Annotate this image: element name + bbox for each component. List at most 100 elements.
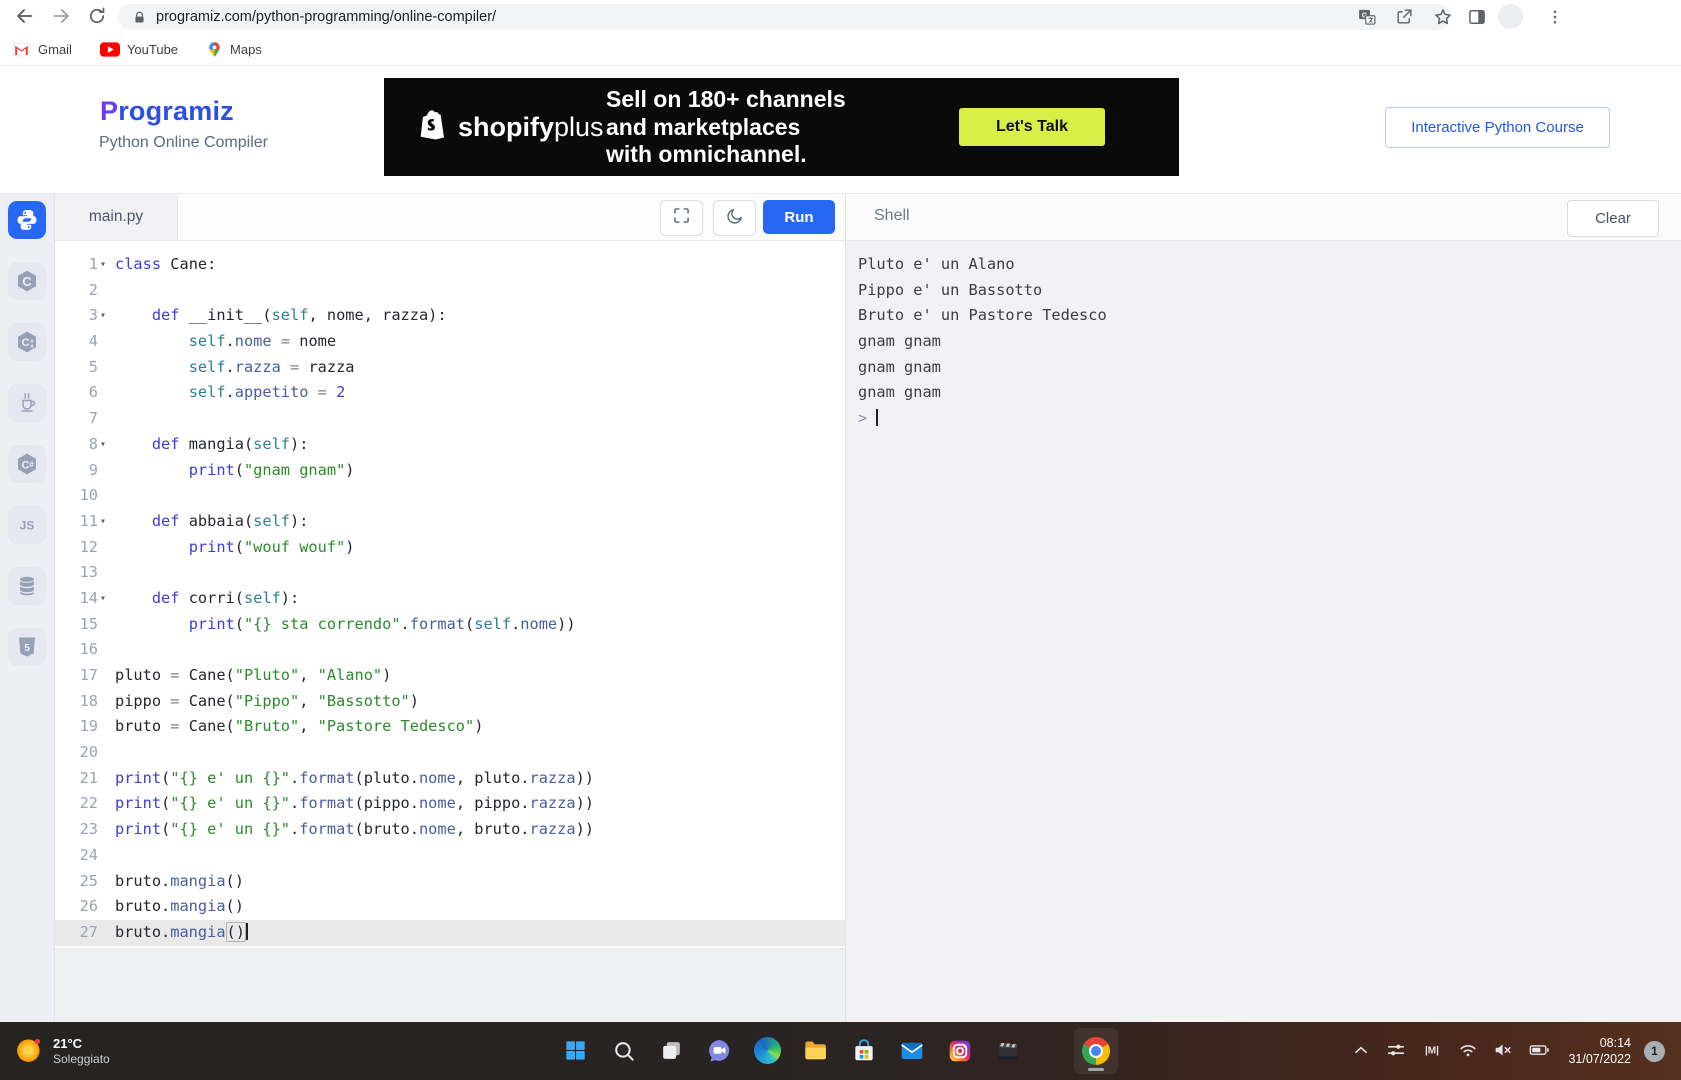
tray-wifi[interactable] <box>1457 1039 1479 1061</box>
taskbar-start[interactable] <box>562 1037 589 1064</box>
code-line[interactable]: 13 <box>55 560 845 586</box>
programiz-logo[interactable]: Programiz <box>100 96 234 127</box>
bookmark-maps[interactable]: Maps <box>206 40 262 59</box>
maps-icon <box>206 40 223 59</box>
back-icon[interactable] <box>14 5 36 27</box>
code-line[interactable]: 8▾ def mangia(self): <box>55 432 845 458</box>
code-line[interactable]: 15 print("{} sta correndo".format(self.n… <box>55 612 845 638</box>
code-line[interactable]: 24 <box>55 843 845 869</box>
ad-banner[interactable]: shopifyplus Sell on 180+ channels and ma… <box>384 78 1179 176</box>
sidebar-item-python[interactable] <box>8 201 46 239</box>
tray-volume-muted[interactable] <box>1492 1039 1514 1061</box>
fold-arrow-icon[interactable]: ▾ <box>98 509 115 535</box>
bookmark-youtube[interactable]: YouTube <box>100 42 178 57</box>
notification-badge[interactable]: 1 <box>1644 1041 1665 1062</box>
ad-cta-button[interactable]: Let's Talk <box>959 108 1105 146</box>
sidebar-item-html[interactable]: 5 <box>8 628 46 666</box>
shell-prompt[interactable]: > <box>858 406 1681 432</box>
run-button[interactable]: Run <box>763 200 835 234</box>
code-line[interactable]: 26bruto.mangia() <box>55 894 845 920</box>
tray-mixer[interactable] <box>1385 1039 1407 1061</box>
sidebar-item-java[interactable] <box>8 384 46 422</box>
code-line[interactable]: 25bruto.mangia() <box>55 869 845 895</box>
taskbar-task-view[interactable] <box>658 1037 685 1064</box>
profile-avatar[interactable] <box>1498 4 1523 29</box>
code-line[interactable]: 18pippo = Cane("Pippo", "Bassotto") <box>55 689 845 715</box>
weather-desc: Soleggiato <box>53 1052 110 1067</box>
side-panel-icon[interactable] <box>1466 6 1487 27</box>
fold-spacer <box>98 869 115 895</box>
fold-arrow-icon[interactable]: ▾ <box>98 432 115 458</box>
shell-line: Pluto e' un Alano <box>858 252 1681 278</box>
code-line[interactable]: 12 print("wouf wouf") <box>55 535 845 561</box>
tab-main-py[interactable]: main.py <box>55 194 178 240</box>
shopify-bag-icon <box>418 107 450 148</box>
tray-battery[interactable] <box>1527 1039 1551 1061</box>
tray-chevron-up[interactable] <box>1350 1039 1372 1061</box>
lock-icon[interactable] <box>132 10 147 25</box>
forward-icon[interactable] <box>50 5 72 27</box>
shell-line: gnam gnam <box>858 380 1681 406</box>
sidebar-item-cpp[interactable]: C++ <box>8 323 46 361</box>
fullscreen-button[interactable] <box>660 200 703 236</box>
sidebar-item-c[interactable]: C <box>8 262 46 300</box>
taskbar-file-explorer[interactable] <box>802 1037 829 1064</box>
gutter: 17 <box>55 663 115 689</box>
tray-imi[interactable]: |M| <box>1420 1039 1444 1061</box>
code-line[interactable]: 16 <box>55 637 845 663</box>
gutter: 6 <box>55 380 115 406</box>
fold-arrow-icon[interactable]: ▾ <box>98 586 115 612</box>
code-line[interactable]: 10 <box>55 483 845 509</box>
code-line[interactable]: 7 <box>55 406 845 432</box>
dark-mode-button[interactable] <box>713 200 756 236</box>
fold-arrow-icon[interactable]: ▾ <box>98 303 115 329</box>
taskbar-movie-maker[interactable] <box>994 1037 1021 1064</box>
bookmark-gmail[interactable]: Gmail <box>12 40 72 59</box>
code-line[interactable]: 4 self.nome = nome <box>55 329 845 355</box>
sidebar-item-csharp[interactable]: C# <box>8 445 46 483</box>
code-line[interactable]: 11▾ def abbaia(self): <box>55 509 845 535</box>
code-line[interactable]: 23print("{} e' un {}".format(bruto.nome,… <box>55 817 845 843</box>
code-line[interactable]: 1▾class Cane: <box>55 252 845 278</box>
clear-button[interactable]: Clear <box>1567 200 1659 237</box>
share-icon[interactable] <box>1394 6 1415 27</box>
code-line[interactable]: 27bruto.mangia() <box>55 920 845 946</box>
taskbar-chat[interactable] <box>706 1037 733 1064</box>
weather-temp: 21°C <box>53 1035 110 1052</box>
taskbar-instagram[interactable] <box>946 1037 973 1064</box>
fold-arrow-icon[interactable]: ▾ <box>98 252 115 278</box>
menu-dots-icon[interactable] <box>1544 6 1565 27</box>
translate-icon[interactable]: G <box>1356 6 1377 27</box>
code-editor[interactable]: 1▾class Cane:23▾ def __init__(self, nome… <box>55 241 845 959</box>
code-line[interactable]: 3▾ def __init__(self, nome, razza): <box>55 303 845 329</box>
taskbar-search[interactable] <box>610 1037 637 1064</box>
reload-icon[interactable] <box>86 5 108 27</box>
sidebar-item-sql[interactable] <box>8 567 46 605</box>
code-line[interactable]: 14▾ def corri(self): <box>55 586 845 612</box>
chrome-icon <box>1082 1037 1110 1065</box>
language-sidebar: C C++ C# JS 5 <box>0 194 55 1023</box>
clock[interactable]: 08:14 31/07/2022 <box>1568 1035 1631 1067</box>
taskbar-chrome-active[interactable] <box>1074 1028 1118 1074</box>
interactive-course-button[interactable]: Interactive Python Course <box>1385 107 1610 148</box>
code-line[interactable]: 9 print("gnam gnam") <box>55 458 845 484</box>
bookmark-star-icon[interactable] <box>1432 6 1453 27</box>
taskbar-edge[interactable] <box>754 1037 781 1064</box>
code-line[interactable]: 19bruto = Cane("Bruto", "Pastore Tedesco… <box>55 714 845 740</box>
code-line[interactable]: 21print("{} e' un {}".format(pluto.nome,… <box>55 766 845 792</box>
fold-spacer <box>98 766 115 792</box>
sidebar-item-js[interactable]: JS <box>8 506 46 544</box>
svg-text:+: + <box>30 344 34 351</box>
code-line[interactable]: 6 self.appetito = 2 <box>55 380 845 406</box>
shell-output[interactable]: Pluto e' un AlanoPippo e' un BassottoBru… <box>846 241 1681 1023</box>
weather-widget[interactable]: 21°C Soleggiato <box>14 1035 110 1070</box>
code-line[interactable]: 20 <box>55 740 845 766</box>
code-line[interactable]: 22print("{} e' un {}".format(pippo.nome,… <box>55 791 845 817</box>
code-line[interactable]: 5 self.razza = razza <box>55 355 845 381</box>
taskbar-mail[interactable] <box>898 1037 925 1064</box>
address-bar[interactable]: programiz.com/python-programming/online-… <box>118 4 1450 30</box>
code-line[interactable]: 2 <box>55 278 845 304</box>
code-line[interactable]: 17pluto = Cane("Pluto", "Alano") <box>55 663 845 689</box>
wifi-icon <box>1457 1039 1479 1061</box>
taskbar-store[interactable] <box>850 1037 877 1064</box>
